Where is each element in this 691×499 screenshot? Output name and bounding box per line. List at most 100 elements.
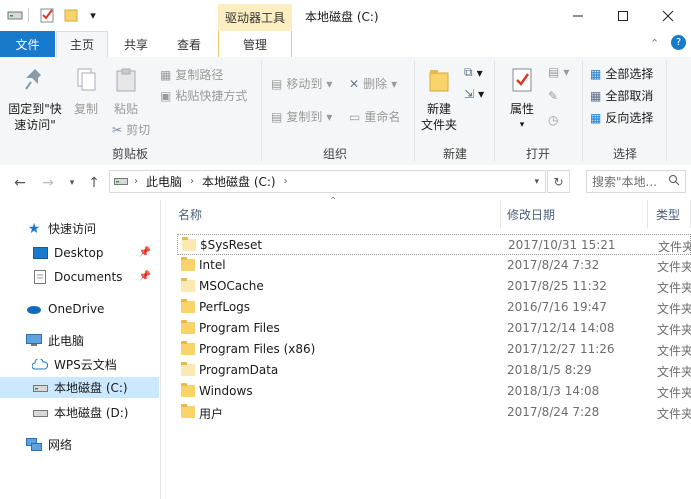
new-folder-button[interactable]: 新建 文件夹	[418, 67, 460, 133]
table-row[interactable]: Program Files (x86) 2017/12/27 11:26 文件夹	[177, 339, 691, 360]
close-button[interactable]	[645, 0, 691, 31]
tab-view[interactable]: 查看	[163, 31, 215, 57]
copy-icon	[66, 67, 106, 97]
pin-icon	[6, 67, 64, 97]
open-button[interactable]: ▤ ▾	[548, 65, 569, 79]
drive-icon[interactable]	[6, 6, 24, 24]
new-item-button[interactable]: ⧉ ▾	[464, 65, 483, 80]
table-row[interactable]: 用户 2017/8/24 7:28 文件夹	[177, 402, 691, 423]
table-row[interactable]: PerfLogs 2016/7/16 19:47 文件夹	[177, 297, 691, 318]
nav-quick-access[interactable]: ★ 快速访问	[0, 218, 159, 239]
properties-quick-icon[interactable]	[38, 6, 56, 24]
invert-selection-button[interactable]: ▦ 反向选择	[590, 109, 653, 126]
recent-locations-icon[interactable]: ▾	[62, 173, 82, 193]
maximize-button[interactable]	[600, 0, 646, 31]
paste-icon	[106, 67, 146, 97]
help-icon[interactable]: ?	[671, 35, 686, 50]
wps-cloud-icon	[32, 358, 48, 372]
cut-button[interactable]: ✂ 剪切	[112, 121, 150, 138]
pin-to-quick-access-button[interactable]: 固定到"快 速访问"	[6, 67, 64, 133]
customize-quick-access-icon[interactable]: ▾	[84, 6, 102, 24]
forward-arrow-icon[interactable]: →	[38, 173, 58, 193]
rename-icon: ▭	[349, 109, 361, 124]
paste-shortcut-button[interactable]: ▣ 粘贴快捷方式	[160, 87, 247, 104]
column-header-type[interactable]: 类型	[656, 206, 680, 223]
table-row[interactable]: $SysReset 2017/10/31 15:21 文件夹	[177, 234, 691, 255]
copy-button[interactable]: 复制	[66, 67, 106, 117]
folder-icon	[181, 278, 195, 292]
pinned-icon: 📌	[138, 271, 151, 282]
table-row[interactable]: ProgramData 2018/1/5 8:29 文件夹	[177, 360, 691, 381]
table-row[interactable]: Program Files 2017/12/14 14:08 文件夹	[177, 318, 691, 339]
nav-wps-cloud[interactable]: WPS云文档	[0, 354, 159, 375]
drive-icon	[32, 406, 48, 420]
nav-documents[interactable]: Documents 📌	[0, 266, 159, 287]
folder-icon	[181, 362, 195, 376]
copy-path-button[interactable]: ▦ 复制路径	[160, 66, 223, 83]
folder-icon	[181, 257, 195, 271]
delete-button[interactable]: ✕ 删除 ▾	[349, 75, 397, 92]
new-folder-label-1: 新建	[426, 102, 451, 116]
refresh-icon[interactable]: ↻	[547, 170, 570, 193]
easy-access-icon: ⇲	[464, 87, 475, 101]
properties-label: 属性	[509, 102, 534, 116]
tab-home[interactable]: 主页	[56, 31, 108, 57]
open-icon: ▤	[548, 65, 560, 79]
clipboard-group-label: 剪贴板	[111, 147, 148, 161]
collapse-ribbon-icon[interactable]: ⌃	[650, 37, 659, 50]
column-header-date[interactable]: 修改日期	[507, 206, 555, 223]
edit-icon: ✎	[548, 89, 559, 103]
breadcrumb-this-pc[interactable]: 此电脑	[146, 173, 182, 190]
table-row[interactable]: Intel 2017/8/24 7:32 文件夹	[177, 255, 691, 276]
nav-desktop[interactable]: Desktop 📌	[0, 242, 159, 263]
tab-file[interactable]: 文件	[0, 31, 55, 57]
back-arrow-icon[interactable]: ←	[10, 173, 30, 193]
move-to-button[interactable]: ▤ 移动到 ▾	[271, 75, 332, 92]
minimize-button[interactable]	[555, 0, 601, 31]
nav-this-pc[interactable]: 此电脑	[0, 330, 159, 351]
scissors-icon: ✂	[112, 122, 123, 137]
navigation-bar: ← → ▾ ↑ › 此电脑 › 本地磁盘 (C:) › ▾ ↻ 搜索"本地...	[0, 165, 691, 200]
column-separator[interactable]	[647, 200, 648, 228]
file-list: ⌃ 名称 修改日期 类型 $SysReset 2017/10/31 15:21 …	[161, 196, 691, 499]
copy-to-icon: ▤	[271, 109, 283, 124]
select-group-label: 选择	[612, 147, 637, 161]
easy-access-button[interactable]: ⇲ ▾	[464, 87, 484, 101]
tab-manage[interactable]: 管理	[218, 31, 292, 57]
up-arrow-icon[interactable]: ↑	[84, 173, 104, 193]
paste-button[interactable]: 粘贴	[106, 67, 146, 117]
select-none-button[interactable]: ▦ 全部取消	[590, 87, 653, 104]
copy-to-button[interactable]: ▤ 复制到 ▾	[271, 108, 332, 125]
column-header-name[interactable]: 名称	[178, 206, 202, 223]
folder-icon	[181, 320, 195, 334]
select-all-button[interactable]: ▦ 全部选择	[590, 65, 653, 82]
breadcrumb-drive-c[interactable]: 本地磁盘 (C:)	[202, 173, 276, 190]
properties-button[interactable]: 属性 ▾	[502, 67, 542, 133]
nav-network[interactable]: 网络	[0, 434, 159, 455]
breadcrumb-chevron-icon[interactable]: ›	[134, 176, 138, 187]
search-input[interactable]: 搜索"本地...	[586, 170, 686, 193]
tab-share[interactable]: 共享	[110, 31, 162, 57]
nav-onedrive[interactable]: OneDrive	[0, 298, 159, 319]
delete-icon: ✕	[349, 76, 360, 91]
new-folder-quick-icon[interactable]	[62, 6, 80, 24]
folder-icon	[181, 404, 195, 418]
breadcrumb-chevron-icon[interactable]: ›	[284, 176, 288, 187]
ribbon-tabs: 文件 主页 共享 查看 管理 ⌃ ?	[0, 31, 691, 58]
column-separator[interactable]	[500, 200, 501, 228]
breadcrumb-chevron-icon[interactable]: ›	[190, 176, 194, 187]
address-bar[interactable]: › 此电脑 › 本地磁盘 (C:) › ▾	[109, 170, 546, 193]
table-row[interactable]: MSOCache 2017/8/25 11:32 文件夹	[177, 276, 691, 297]
nav-drive-c[interactable]: 本地磁盘 (C:)	[0, 377, 159, 398]
nav-drive-d[interactable]: 本地磁盘 (D:)	[0, 402, 159, 423]
window-title: 本地磁盘 (C:)	[305, 10, 379, 24]
search-placeholder: 搜索"本地...	[592, 175, 657, 189]
rename-button[interactable]: ▭ 重命名	[349, 108, 400, 125]
table-row[interactable]: Windows 2018/1/3 14:08 文件夹	[177, 381, 691, 402]
history-button[interactable]: ◷	[548, 113, 558, 127]
desktop-icon	[32, 246, 48, 260]
open-group-label: 打开	[525, 147, 550, 161]
documents-icon	[32, 269, 48, 284]
edit-button[interactable]: ✎	[548, 89, 558, 103]
address-history-dropdown-icon[interactable]: ▾	[534, 177, 539, 187]
